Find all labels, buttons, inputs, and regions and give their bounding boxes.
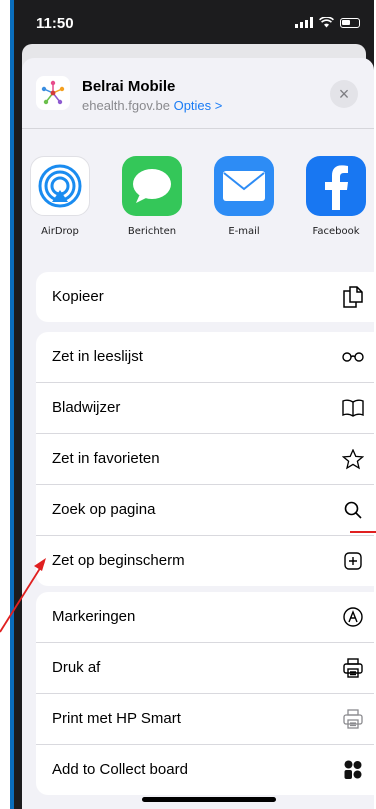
share-app-airdrop[interactable]: AirDrop	[22, 156, 98, 237]
wifi-icon	[319, 17, 334, 28]
markup-icon	[340, 604, 366, 630]
share-sheet: Belrai Mobile ehealth.fgov.be Opties > ×…	[22, 58, 374, 809]
action-copy[interactable]: Kopieer	[36, 272, 374, 322]
add-square-icon	[340, 548, 366, 574]
app-title: Belrai Mobile	[82, 78, 176, 95]
action-reading-list[interactable]: Zet in leeslijst	[36, 332, 374, 383]
action-group-other: Markeringen Druk af Print met HP Smart A…	[36, 592, 374, 795]
action-print[interactable]: Druk af	[36, 643, 374, 694]
messages-icon	[122, 156, 182, 216]
action-label: Kopieer	[52, 288, 104, 305]
battery-icon	[340, 17, 360, 28]
action-label: Zet op beginscherm	[52, 552, 185, 569]
mail-icon	[214, 156, 274, 216]
action-label: Zet in leeslijst	[52, 348, 143, 365]
collect-icon	[340, 757, 366, 783]
close-button[interactable]: ×	[330, 80, 358, 108]
share-app-messages[interactable]: Berichten	[114, 156, 190, 237]
share-header: Belrai Mobile ehealth.fgov.be Opties > ×	[22, 58, 374, 129]
copy-icon	[340, 284, 366, 310]
print-icon	[340, 655, 366, 681]
action-group-copy: Kopieer	[36, 272, 374, 322]
share-app-label: Facebook	[312, 226, 360, 237]
action-collect-board[interactable]: Add to Collect board	[36, 745, 374, 795]
action-favorites[interactable]: Zet in favorieten	[36, 434, 374, 485]
app-subtitle: ehealth.fgov.be Opties >	[82, 98, 222, 113]
action-label: Add to Collect board	[52, 761, 188, 778]
share-app-label: AirDrop	[41, 226, 79, 237]
app-domain: ehealth.fgov.be	[82, 98, 170, 113]
share-app-label: Berichten	[127, 226, 177, 237]
action-markup[interactable]: Markeringen	[36, 592, 374, 643]
book-icon	[340, 395, 366, 421]
action-label: Druk af	[52, 659, 101, 676]
app-logo-icon	[36, 76, 70, 110]
options-link[interactable]: Opties >	[174, 98, 223, 113]
action-group-browser: Zet in leeslijst Bladwijzer Zet in favor…	[36, 332, 374, 586]
action-label: Markeringen	[52, 608, 136, 625]
status-icons	[295, 17, 360, 28]
action-label: Print met HP Smart	[52, 710, 181, 727]
action-label: Zoek op pagina	[52, 501, 156, 518]
phone-screen: 11:50 Belrai Mobile ehealth.fgov.be Opti…	[14, 0, 374, 809]
action-label: Bladwijzer	[52, 399, 121, 416]
action-bookmark[interactable]: Bladwijzer	[36, 383, 374, 434]
share-apps-row: AirDrop Berichten E-mail Facebook	[22, 144, 374, 254]
airdrop-icon	[30, 156, 90, 216]
hp-print-icon	[340, 706, 366, 732]
share-app-label: E-mail	[228, 226, 260, 237]
signal-icon	[295, 17, 313, 28]
action-add-to-home-screen[interactable]: Zet op beginscherm	[36, 536, 374, 586]
search-icon	[340, 497, 366, 523]
glasses-icon	[340, 344, 366, 370]
facebook-icon	[306, 156, 366, 216]
share-app-facebook[interactable]: Facebook	[298, 156, 374, 237]
action-label: Zet in favorieten	[52, 450, 160, 467]
share-app-mail[interactable]: E-mail	[206, 156, 282, 237]
star-icon	[340, 446, 366, 472]
status-bar: 11:50	[14, 0, 374, 44]
action-find-on-page[interactable]: Zoek op pagina	[36, 485, 374, 536]
home-indicator[interactable]	[142, 797, 276, 802]
action-hp-smart-print[interactable]: Print met HP Smart	[36, 694, 374, 745]
status-time: 11:50	[36, 15, 74, 32]
